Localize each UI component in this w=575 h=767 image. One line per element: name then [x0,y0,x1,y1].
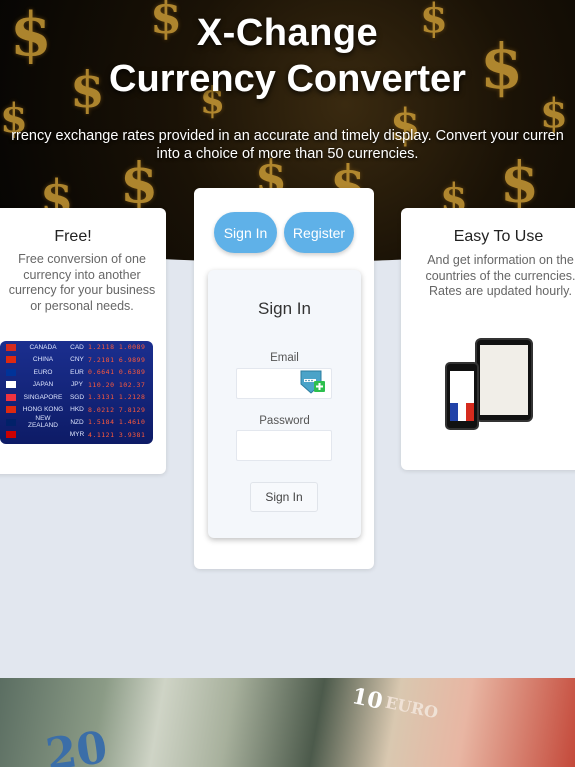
board-rate: 1.5184 1.4610 [88,418,146,427]
email-label: Email [270,352,299,364]
board-country: CANADA [29,343,57,351]
board-row: MYR 4.1121 3.9381 [0,429,153,442]
password-label: Password [259,415,310,427]
feature-card-text: And get information on the countries of … [425,253,575,298]
board-row: NEW ZEALAND NZD 1.5184 1.4610 [0,415,153,430]
euro-note-label: EURO [383,692,440,723]
exchange-rate-board-image: CANADA CAD 1.2118 1.0089 CHINA CNY 7.2181 6.9… [0,341,153,444]
country-flag-icon [6,343,16,351]
board-row: EURO EUR 0.6641 0.6389 [0,366,153,379]
password-field[interactable] [236,430,332,461]
hero-title-line1: X-Change [196,12,379,54]
board-rate: 1.2118 1.0089 [88,343,146,352]
board-row: CANADA CAD 1.2118 1.0089 [0,341,153,354]
form-title: Sign In [258,299,311,318]
board-code: SGD [69,393,85,401]
feature-card-title: Free! [54,228,92,245]
sign-in-form: Sign In Email Password Sign In [208,270,361,538]
board-code: CAD [70,343,84,351]
feature-card-free: Free! Free conversion of one currency in… [0,208,166,474]
ten-note-value: 10 [349,683,385,715]
board-row: SINGAPORE SGD 1.3131 1.2128 [0,391,153,404]
country-flag-icon [6,393,16,401]
auth-card: Sign In Register Sign In Email Password … [194,188,374,569]
twenty-note-value: 20 [42,721,111,767]
board-rate: 110.20 102.37 [88,380,146,389]
france-flag-icon [450,403,474,421]
board-rate: 8.0212 7.8129 [88,405,146,414]
board-code: MYR [69,431,85,439]
sign-in-tab-button[interactable]: Sign In [214,212,277,253]
country-flag-icon [6,406,16,414]
country-flag-icon [6,431,16,439]
country-flag-icon [6,418,16,426]
hero-description: rrency exchange rates provided in an acc… [0,127,575,163]
board-code: CNY [70,356,84,364]
hero-description-line1: rrency exchange rates provided in an acc… [11,128,564,144]
board-country: HONG KONG [22,406,64,414]
feature-card-title: Easy To Use [453,228,544,245]
hero-description-line2: into a choice of more than 50 currencies… [156,146,419,162]
feature-card-easy: Easy To Use And get information on the c… [401,208,575,470]
board-rate: 4.1121 3.9381 [88,430,146,439]
board-country: JAPAN [32,381,54,389]
board-country: SINGAPORE [23,393,63,401]
board-code: JPY [71,381,83,389]
board-country: EURO [33,368,53,376]
sign-in-submit-button[interactable]: Sign In [250,482,318,512]
password-manager-icon[interactable] [298,368,326,396]
board-row: HONG KONG HKD 8.0212 7.8129 [0,404,153,417]
board-row: CHINA CNY 7.2181 6.9899 [0,354,153,367]
phone-image [445,362,479,430]
board-code: EUR [70,368,84,376]
tablet-image [475,338,533,422]
board-row: JAPAN JPY 110.20 102.37 [0,379,153,392]
board-rate: 0.6641 0.6389 [88,368,146,377]
register-tab-button[interactable]: Register [284,212,354,253]
devices-image [445,338,545,433]
country-flag-icon [6,381,16,389]
hero-title-line2: Currency Converter [109,58,466,100]
banknotes-image: 20 10 EURO [0,678,575,767]
board-code: HKD [70,406,84,414]
board-country: CHINA [32,356,54,364]
board-rate: 7.2181 6.9899 [88,355,146,364]
board-code: NZD [70,418,84,426]
board-rate: 1.3131 1.2128 [88,393,146,402]
country-flag-icon [6,356,16,364]
feature-card-text: Free conversion of one currency into ano… [8,252,156,313]
board-country: NEW ZEALAND [28,415,58,430]
country-flag-icon [6,368,16,376]
